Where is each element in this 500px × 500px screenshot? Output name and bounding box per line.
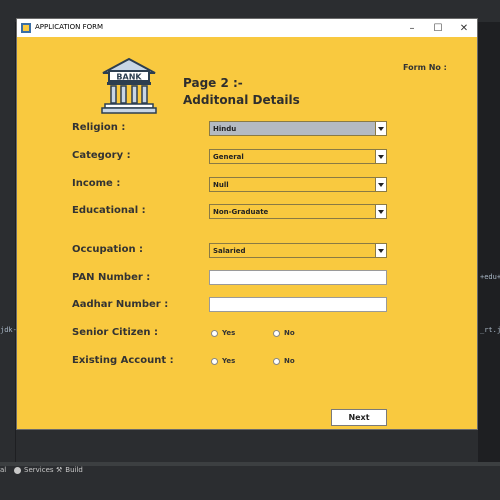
pan-number-input[interactable] [209,270,387,285]
minimize-button[interactable]: – [399,19,425,37]
occupation-dropdown[interactable]: Salaried [209,243,387,258]
religion-dropdown[interactable]: Hindu [209,121,387,136]
radio-circle-icon[interactable] [211,357,218,365]
ide-services-tab[interactable]: Services [14,466,54,474]
window-title: APPLICATION FORM [35,23,104,31]
ide-services-label: Services [24,466,54,474]
income-label: Income : [72,178,121,189]
radio-circle-icon[interactable] [211,329,218,337]
ide-right-snippet-2: _rt.j [480,326,500,334]
aadhar-number-input[interactable] [209,297,387,312]
educational-label: Educational : [72,205,146,216]
category-label: Category : [72,150,131,161]
services-icon [14,466,21,474]
aadhar-number-label: Aadhar Number : [72,299,169,310]
category-value: General [213,153,244,161]
chevron-down-icon[interactable] [375,205,386,218]
ide-right-snippet-1: +edu+ [480,273,500,281]
religion-value: Hindu [213,125,237,133]
educational-value: Non-Graduate [213,208,269,216]
senior-citizen-no-radio[interactable]: No [273,329,295,337]
existing-account-label: Existing Account : [72,355,174,366]
radio-circle-icon[interactable] [273,329,280,337]
chevron-down-icon[interactable] [375,244,386,257]
bank-sign-text: BANK [116,73,142,82]
chevron-down-icon[interactable] [375,178,386,191]
occupation-value: Salaried [213,247,246,255]
form-content: BANK Page 2 :- Additonal Details Form No… [17,37,477,429]
income-dropdown[interactable]: Null [209,177,387,192]
senior-citizen-yes-radio[interactable]: Yes [211,329,235,337]
senior-citizen-label: Senior Citizen : [72,327,158,338]
existing-account-yes-radio[interactable]: Yes [211,357,235,365]
maximize-button[interactable]: ☐ [425,19,451,37]
application-window: APPLICATION FORM – ☐ ✕ BANK Page 2 :- Ad… [16,18,478,430]
income-value: Null [213,181,229,189]
religion-label: Religion : [72,122,126,133]
page-title: Page 2 :- [183,76,243,90]
ide-status-left: al [0,466,7,474]
ide-build-tab[interactable]: ⚒ Build [56,466,83,474]
next-button[interactable]: Next [331,409,387,426]
hammer-icon: ⚒ [56,466,63,474]
java-app-icon [21,23,31,33]
page-subtitle: Additonal Details [183,93,300,107]
educational-dropdown[interactable]: Non-Graduate [209,204,387,219]
close-button[interactable]: ✕ [451,19,477,37]
ide-right-panel [478,22,500,462]
senior-citizen-yes-label: Yes [222,329,236,337]
window-titlebar[interactable]: APPLICATION FORM – ☐ ✕ [17,19,477,37]
existing-account-yes-label: Yes [222,357,236,365]
occupation-label: Occupation : [72,244,144,255]
chevron-down-icon[interactable] [375,150,386,163]
existing-account-no-radio[interactable]: No [273,357,295,365]
senior-citizen-no-label: No [284,329,295,337]
form-number-label: Form No : [403,63,447,72]
chevron-down-icon[interactable] [375,122,386,135]
bank-building-icon: BANK [101,57,157,114]
pan-number-label: PAN Number : [72,272,151,283]
ide-left-panel [0,22,16,462]
existing-account-no-label: No [284,357,295,365]
radio-circle-icon[interactable] [273,357,280,365]
ide-build-label: Build [65,466,83,474]
category-dropdown[interactable]: General [209,149,387,164]
ide-left-snippet: jdk- [0,326,17,334]
